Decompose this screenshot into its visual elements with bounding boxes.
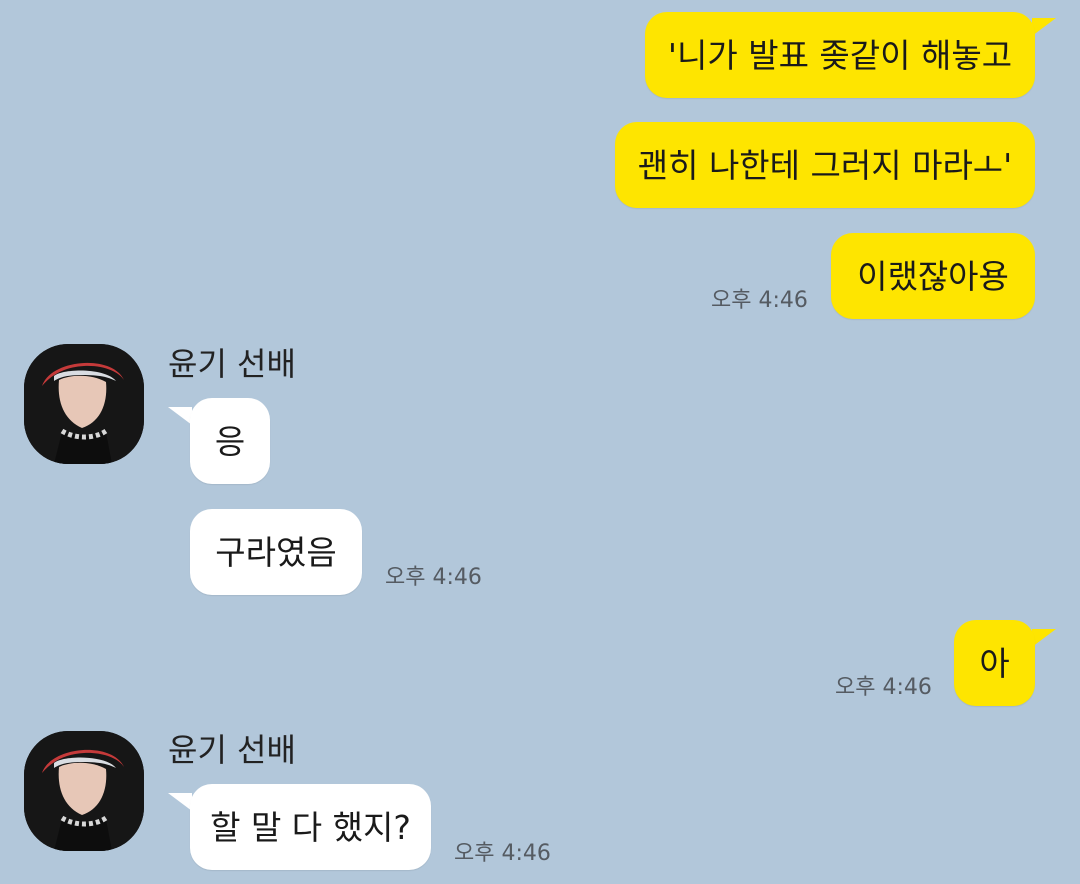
incoming-message-bubble[interactable]: 응: [190, 398, 270, 484]
profile-avatar[interactable]: [24, 344, 144, 464]
message-bubble-tail: [168, 793, 192, 811]
outgoing-message-bubble[interactable]: 괜히 나한테 그러지 마라ㅗ': [615, 122, 1035, 208]
message-bubble-tail: [1032, 629, 1056, 647]
outgoing-message-bubble[interactable]: 이랬잖아용: [831, 233, 1035, 319]
profile-photo-icon: [24, 731, 144, 851]
sender-name: 윤기 선배: [168, 345, 296, 383]
profile-photo-icon: [24, 344, 144, 464]
incoming-message-bubble[interactable]: 구라였음: [190, 509, 362, 595]
incoming-message-bubble[interactable]: 할 말 다 했지?: [190, 784, 431, 870]
message-bubble-tail: [1032, 18, 1056, 36]
message-timestamp: 오후 4:46: [454, 841, 551, 866]
outgoing-message-bubble[interactable]: 아: [954, 620, 1035, 706]
message-timestamp: 오후 4:46: [385, 565, 482, 590]
message-timestamp: 오후 4:46: [711, 288, 808, 313]
outgoing-message-bubble[interactable]: '니가 발표 좆같이 해놓고: [645, 12, 1035, 98]
message-bubble-tail: [168, 407, 192, 425]
profile-avatar[interactable]: [24, 731, 144, 851]
sender-name: 윤기 선배: [168, 731, 296, 769]
message-timestamp: 오후 4:46: [835, 675, 932, 700]
